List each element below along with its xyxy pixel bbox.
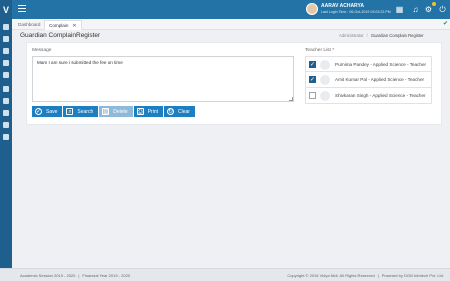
message-label: Message <box>32 48 52 53</box>
teacher-avatar <box>320 60 330 70</box>
pin-icon[interactable]: ✔ <box>443 20 448 27</box>
teacher-avatar <box>320 91 330 101</box>
settings-icon[interactable]: ⚙ <box>424 5 433 14</box>
academic-session: Academic Session 2019 - 2020 <box>20 273 76 278</box>
teacher-row[interactable]: Shivkaran Singh - Applied Science - Teac… <box>305 88 432 104</box>
search-icon: ⌕ <box>66 108 74 115</box>
save-button[interactable]: ✓ Save <box>32 106 63 117</box>
copyright-text: Copyright © 2016 Vidya Nidi. All Rights … <box>287 273 375 278</box>
clear-button[interactable]: ↻ Clear <box>163 106 195 117</box>
user-icon[interactable] <box>3 72 9 78</box>
search-button[interactable]: ⌕ Search <box>63 106 99 117</box>
tab-complain[interactable]: Complain ✕ <box>44 20 82 30</box>
file-icon[interactable] <box>3 60 9 66</box>
search-label: Search <box>77 108 94 115</box>
user-avatar[interactable] <box>306 3 318 15</box>
powered-by-text: Powered by DGN Infotech Pvt. Ltd. <box>381 273 444 278</box>
refresh-icon: ↻ <box>166 108 174 115</box>
image-icon[interactable] <box>3 98 9 104</box>
tab-label: Complain <box>49 23 69 28</box>
school-icon[interactable]: ▦ <box>395 5 404 14</box>
teacher-name: Amit Kumar Pal - Applied Science - Teach… <box>335 77 425 82</box>
user-name: AARAV ACHARYA <box>321 3 364 9</box>
printer-icon: ⎙ <box>136 108 144 115</box>
action-buttons: ✓ Save ⌕ Search ▥ Delete ⎙ Print ↻ Clear <box>32 106 195 117</box>
breadcrumb-item[interactable]: Administrator <box>339 33 364 38</box>
breadcrumb-current: Guardian Complain Register <box>370 33 424 38</box>
sidebar: V <box>0 0 12 281</box>
home-icon[interactable] <box>3 24 9 30</box>
last-login-text: Last Login Time : 06-Oct-2019 03:03:23 P… <box>321 10 391 14</box>
teacher-row[interactable]: ✓ Purnima Pandey - Applied Science - Tea… <box>305 56 432 72</box>
notes-icon[interactable] <box>3 134 9 140</box>
breadcrumb: Administrator / Guardian Complain Register <box>339 33 424 38</box>
calendar-icon[interactable] <box>3 36 9 42</box>
check-icon: ✓ <box>35 108 42 115</box>
close-icon[interactable]: ✕ <box>72 23 76 29</box>
power-icon[interactable]: ⏻ <box>438 5 447 14</box>
clear-label: Clear <box>177 108 190 115</box>
top-bar: AARAV ACHARYA Last Login Time : 06-Oct-2… <box>12 0 450 19</box>
delete-label: Delete <box>113 108 128 115</box>
page-title: Guardian ComplainRegister <box>20 32 101 39</box>
trash-icon: ▥ <box>102 108 110 115</box>
message-textarea[interactable]: Mam I am sure i submitted the fee on tim… <box>32 56 294 102</box>
resize-handle-icon[interactable] <box>289 97 293 101</box>
teacher-checkbox[interactable]: ✓ <box>309 61 316 68</box>
app-logo[interactable]: V <box>0 0 12 19</box>
delete-button[interactable]: ▥ Delete <box>99 106 133 117</box>
teacher-checkbox[interactable]: ✓ <box>309 76 316 83</box>
copyright-info: Copyright © 2016 Vidya Nidi. All Rights … <box>287 273 444 278</box>
teacher-checkbox[interactable] <box>309 92 316 99</box>
teacher-list-label-text: Teacher List <box>305 48 331 53</box>
print-label: Print <box>147 108 158 115</box>
bell-icon[interactable]: ♫ <box>411 5 420 14</box>
tab-bar: Dashboard Complain ✕ ✔ <box>12 19 450 30</box>
teacher-name: Shivkaran Singh - Applied Science - Teac… <box>335 93 426 98</box>
teacher-row[interactable]: ✓ Amit Kumar Pal - Applied Science - Tea… <box>305 72 432 88</box>
document-icon[interactable] <box>3 48 9 54</box>
teacher-list: ✓ Purnima Pandey - Applied Science - Tea… <box>305 56 432 104</box>
print-button[interactable]: ⎙ Print <box>133 106 163 117</box>
tab-dashboard[interactable]: Dashboard <box>14 20 44 30</box>
teacher-name: Purnima Pandey - Applied Science - Teach… <box>335 62 427 67</box>
required-marker: * <box>332 48 335 53</box>
report-icon[interactable] <box>3 122 9 128</box>
layers-icon[interactable] <box>3 86 9 92</box>
save-label: Save <box>46 108 58 115</box>
session-info: Academic Session 2019 - 2020 | Financial Y… <box>20 273 131 278</box>
teacher-list-label: Teacher List * <box>305 48 334 53</box>
financial-year: Financial Year 2019 - 2020 <box>82 273 131 278</box>
footer: Academic Session 2019 - 2020 | Financial Y… <box>0 268 450 281</box>
tab-label: Dashboard <box>18 22 41 27</box>
hamburger-menu-icon[interactable] <box>18 5 26 13</box>
teacher-avatar <box>320 75 330 85</box>
page-icon[interactable] <box>3 110 9 116</box>
